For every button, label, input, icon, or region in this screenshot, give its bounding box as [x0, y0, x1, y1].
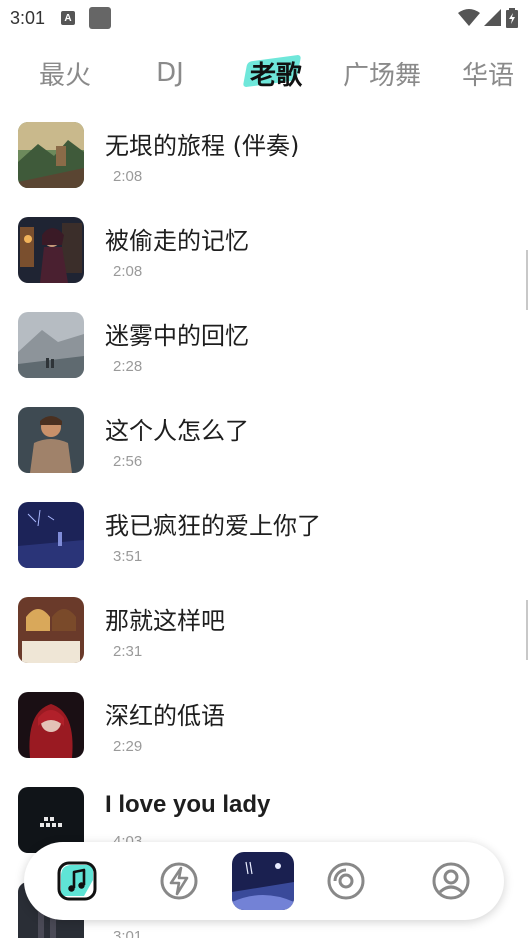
status-notification-icons: A [61, 7, 112, 29]
song-cover [18, 502, 84, 568]
signal-icon [484, 9, 501, 26]
profile-icon [432, 862, 470, 900]
battery-icon [506, 8, 518, 28]
song-duration: 2:29 [113, 738, 143, 755]
song-duration: 2:08 [113, 263, 143, 280]
song-title: 被偷走的记忆 [105, 227, 249, 255]
tab-guangchangwu[interactable]: 广场舞 [336, 50, 428, 96]
nav-disc-button[interactable] [321, 856, 371, 906]
now-playing-cover[interactable] [232, 852, 294, 910]
song-cover [18, 217, 84, 283]
tab-dj[interactable]: DJ [140, 50, 200, 96]
status-time: 3:01 [10, 7, 46, 28]
song-item[interactable]: 迷雾中的回忆 2:28 [0, 300, 528, 395]
song-duration: 3:01 [113, 928, 143, 938]
notification-square-icon [89, 7, 112, 29]
song-title: 这个人怎么了 [105, 417, 249, 445]
song-title: I love you lady [105, 791, 271, 818]
song-duration: 2:28 [113, 358, 143, 375]
notification-a-icon: A [61, 11, 76, 25]
tab-zuihuo[interactable]: 最火 [30, 50, 100, 96]
song-duration: 3:51 [113, 548, 143, 565]
lightning-icon [160, 862, 198, 900]
song-cover [18, 122, 84, 188]
status-bar: 3:01 A [0, 0, 528, 36]
song-item[interactable]: 那就这样吧 2:31 [0, 585, 528, 680]
bottom-nav-bar [24, 842, 504, 920]
song-item[interactable]: 被偷走的记忆 2:08 [0, 205, 528, 300]
song-cover [18, 312, 84, 378]
status-system-icons [458, 8, 518, 28]
song-duration: 2:56 [113, 453, 143, 470]
song-title: 那就这样吧 [105, 607, 225, 635]
song-duration: 2:08 [113, 168, 143, 185]
song-item[interactable]: 无垠的旅程 (伴奏) 2:08 [0, 110, 528, 205]
song-title: 深红的低语 [105, 702, 225, 730]
song-cover [18, 692, 84, 758]
category-tabs: 最火 DJ 老歌 广场舞 华语 [0, 50, 528, 96]
song-duration: 2:31 [113, 643, 143, 660]
tab-huayu[interactable]: 华语 [455, 50, 521, 96]
music-note-icon [57, 861, 97, 901]
song-cover [18, 597, 84, 663]
song-cover [18, 407, 84, 473]
wifi-icon [458, 9, 480, 26]
song-title: 我已疯狂的爱上你了 [105, 512, 321, 540]
nav-profile-button[interactable] [426, 856, 476, 906]
song-item[interactable]: 这个人怎么了 2:56 [0, 395, 528, 490]
nav-lightning-button[interactable] [154, 856, 204, 906]
nav-music-button[interactable] [52, 856, 102, 906]
song-title: 无垠的旅程 (伴奏) [105, 132, 300, 160]
song-item[interactable]: 我已疯狂的爱上你了 3:51 [0, 490, 528, 585]
song-title: 迷雾中的回忆 [105, 322, 249, 350]
disc-icon [327, 862, 365, 900]
tab-laoge[interactable]: 老歌 [240, 50, 312, 96]
song-item[interactable]: 深红的低语 2:29 [0, 680, 528, 775]
